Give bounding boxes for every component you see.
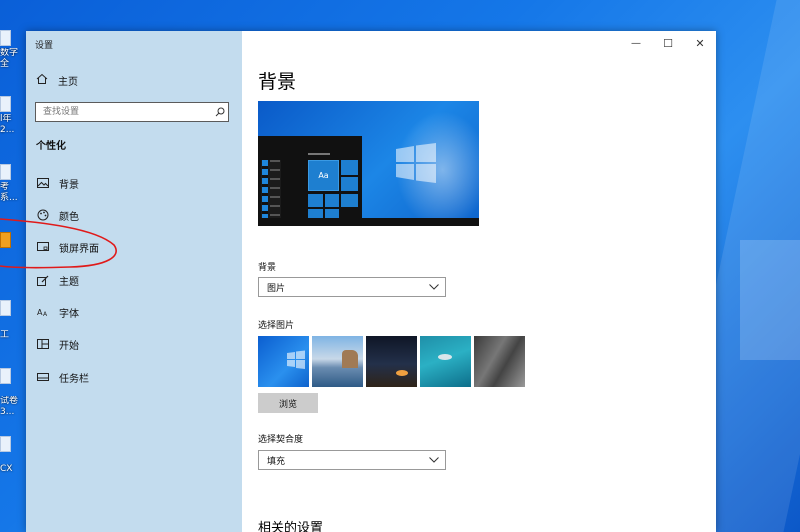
sidebar-item-label: 锁屏界面 (59, 243, 99, 255)
desktop-icon[interactable]: CX (0, 436, 26, 496)
lock-screen-icon (35, 242, 51, 252)
thumbnail-beach-rocks[interactable] (312, 336, 363, 387)
preview-start-menu: Aa (258, 136, 362, 226)
fit-select-value: 填充 (267, 456, 286, 467)
desktop-icon-label: CX (0, 464, 13, 474)
svg-text:A: A (43, 311, 48, 317)
desktop-icon-column: 数字 全 l年 2... 考 系... 工 试卷 3... CX (0, 0, 26, 532)
windows-logo-icon (287, 350, 305, 369)
preview-app-list-text (270, 160, 280, 220)
background-select[interactable]: 图片 (258, 277, 446, 297)
browse-button[interactable]: 浏览 (258, 393, 318, 413)
taskbar-icon (35, 373, 51, 381)
preview-taskbar (258, 218, 479, 226)
desktop-icon-label: 考 系... (0, 182, 18, 203)
sidebar-item-label: 主题 (59, 276, 79, 288)
search-input[interactable] (41, 106, 212, 118)
chevron-down-icon (429, 284, 439, 290)
home-label: 主页 (58, 77, 78, 88)
search-box[interactable] (35, 102, 229, 122)
home-icon (36, 73, 48, 88)
desktop-windows-logo-glow (740, 240, 800, 360)
sidebar-item-fonts[interactable]: AA 字体 (26, 297, 242, 327)
desktop-icon[interactable]: 数字 全 (0, 30, 26, 90)
sidebar: 设置 主页 个性化 背景 颜色 (26, 31, 242, 532)
desktop-icon-label: 工 (0, 330, 10, 340)
window-title: 设置 (35, 41, 54, 51)
sidebar-item-start[interactable]: 开始 (26, 329, 242, 359)
desktop-icon-label: 试卷 3... (0, 396, 19, 417)
search-icon[interactable] (212, 104, 228, 120)
desktop-icon[interactable]: 工 (0, 300, 26, 360)
background-select-value: 图片 (267, 283, 286, 294)
theme-brush-icon (35, 275, 51, 286)
windows-logo-icon (396, 143, 436, 183)
sidebar-item-themes[interactable]: 主题 (26, 265, 242, 295)
file-icon (0, 368, 11, 384)
thumbnail-underwater[interactable] (420, 336, 471, 387)
file-icon (0, 96, 11, 112)
fit-label: 选择契合度 (258, 435, 304, 445)
preview-app-list-icons (262, 160, 268, 220)
palette-icon (35, 209, 51, 221)
page-title: 背景 (258, 71, 297, 93)
desktop-icon[interactable]: l年 2... (0, 96, 26, 156)
sidebar-item-label: 开始 (59, 340, 79, 352)
preview-tile (341, 177, 358, 191)
background-label: 背景 (258, 263, 277, 273)
desktop-icon-label: 数字 全 (0, 48, 19, 69)
preview-tile (341, 160, 358, 175)
desktop-icon[interactable]: 考 系... (0, 164, 26, 224)
sidebar-item-lock-screen[interactable]: 锁屏界面 (26, 232, 242, 262)
sidebar-home[interactable]: 主页 (36, 73, 78, 88)
fit-select[interactable]: 填充 (258, 450, 446, 470)
background-preview: Aa (258, 101, 479, 226)
preview-tile (308, 194, 323, 207)
preview-group-title (308, 153, 330, 155)
preview-tile (341, 194, 358, 207)
desktop-icon[interactable] (0, 232, 26, 292)
sidebar-item-label: 任务栏 (59, 373, 89, 385)
picture-thumbnails (258, 336, 528, 387)
file-icon (0, 436, 11, 452)
preview-tile-large: Aa (308, 160, 339, 191)
preview-tile (325, 194, 339, 207)
related-settings-title: 相关的设置 (258, 521, 324, 532)
font-icon: AA (35, 307, 51, 317)
sidebar-item-colors[interactable]: 颜色 (26, 200, 242, 230)
sidebar-item-taskbar[interactable]: 任务栏 (26, 362, 242, 392)
section-title: 个性化 (36, 141, 66, 152)
desktop-icon[interactable]: 试卷 3... (0, 368, 26, 428)
file-icon (0, 30, 11, 46)
settings-window: 设置 主页 个性化 背景 颜色 (26, 31, 716, 532)
desktop-icon-label: l年 2... (0, 114, 15, 135)
thumbnail-swimmer (438, 354, 452, 360)
thumbnail-rock-texture[interactable] (474, 336, 525, 387)
start-grid-icon (35, 339, 51, 349)
thumbnail-night-sky[interactable] (366, 336, 417, 387)
sidebar-item-background[interactable]: 背景 (26, 168, 242, 198)
file-icon (0, 164, 11, 180)
thumbnail-tent-light (396, 370, 408, 376)
thumbnail-rock (342, 350, 358, 368)
sidebar-item-label: 背景 (59, 179, 79, 191)
choose-picture-label: 选择图片 (258, 321, 295, 331)
chevron-down-icon (429, 457, 439, 463)
folder-icon (0, 232, 11, 248)
sidebar-item-label: 颜色 (59, 211, 79, 223)
file-icon (0, 300, 11, 316)
picture-icon (35, 178, 51, 188)
thumbnail-windows-blue[interactable] (258, 336, 309, 387)
main-content: 背景 Aa 背景 图片 选择图片 浏览 选择契合度 填充 相关的设置 (242, 31, 716, 532)
sidebar-item-label: 字体 (59, 308, 79, 320)
